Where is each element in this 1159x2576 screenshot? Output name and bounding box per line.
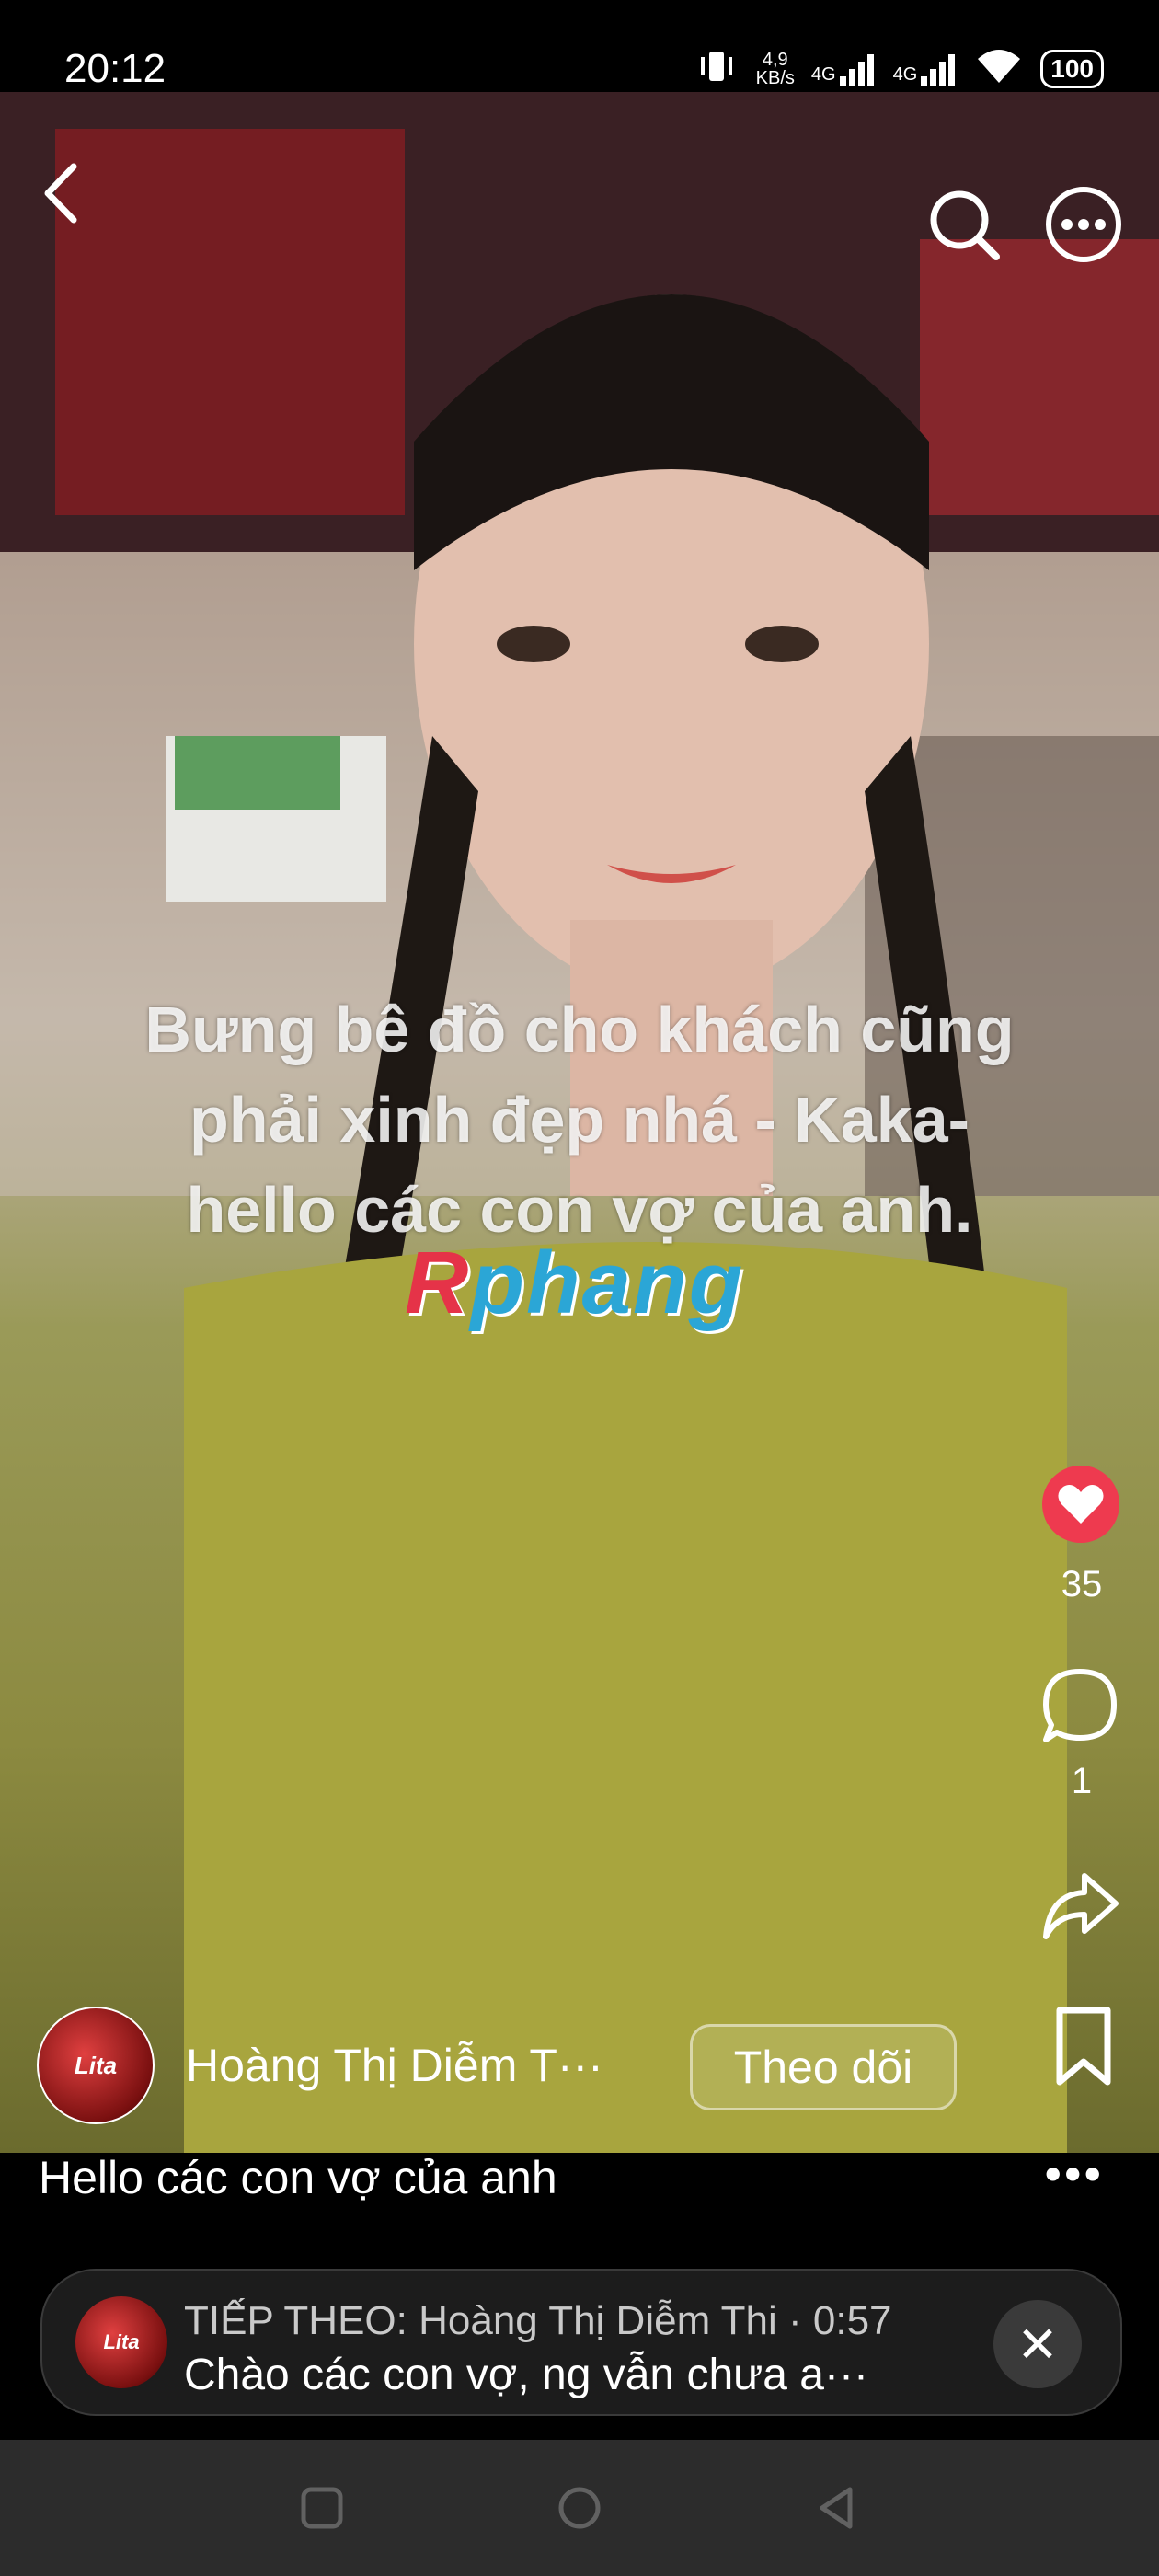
net-speed-unit: KB/s xyxy=(755,67,795,88)
status-icons: 4,9 KB/s 4G 4G 100 xyxy=(694,48,1104,89)
watermark-first-letter: R xyxy=(405,1234,471,1332)
author-row: Lita Hoàng Thị Diễm T··· xyxy=(37,2006,655,2125)
author-avatar[interactable]: Lita xyxy=(37,2007,155,2124)
net-speed-value: 4,9 xyxy=(762,49,788,70)
caption-line-2: phải xinh đẹp nhá - Kaka- xyxy=(189,1084,970,1156)
heart-icon xyxy=(1042,1466,1119,1543)
bookmark-button[interactable] xyxy=(1039,2002,1128,2090)
signal-4g-2: 4G xyxy=(893,52,958,86)
next-avatar-text: Lita xyxy=(103,2330,140,2353)
more-options-button[interactable] xyxy=(1039,180,1128,269)
watermark-logo: Rphang xyxy=(405,1233,744,1334)
avatar-text: Lita xyxy=(74,2051,118,2079)
network-type-1: 4G xyxy=(810,63,836,85)
more-horizontal-icon xyxy=(1046,187,1121,262)
battery-indicator: 100 xyxy=(1040,49,1104,88)
author-name[interactable]: Hoàng Thị Diễm T··· xyxy=(186,2039,655,2092)
caption-line-1: Bưng bê đồ cho khách cũng xyxy=(144,994,1015,1065)
signal-icon xyxy=(839,53,874,86)
like-count: 35 xyxy=(1061,1564,1103,1604)
network-speed: 4,9 KB/s xyxy=(756,51,795,87)
network-type-2: 4G xyxy=(892,63,918,85)
signal-4g-1: 4G xyxy=(811,52,877,86)
next-video-description: Chào các con vợ, ng vẫn chưa a··· xyxy=(184,2351,868,2399)
status-time: 20:12 xyxy=(64,46,166,91)
like-button[interactable] xyxy=(1039,1463,1122,1546)
status-bar: 20:12 4,9 KB/s 4G 4G 100 xyxy=(0,0,1159,92)
home-icon[interactable] xyxy=(552,2480,607,2536)
wifi-icon xyxy=(974,48,1024,89)
video-caption: Bưng bê đồ cho khách cũng phải xinh đẹp … xyxy=(0,984,1159,1255)
share-icon xyxy=(1043,1873,1119,1939)
next-video-avatar: Lita xyxy=(75,2296,167,2388)
video-player[interactable]: Bưng bê đồ cho khách cũng phải xinh đẹp … xyxy=(0,92,1159,2153)
next-video-card[interactable]: Lita TIẾP THEO: Hoàng Thị Diễm Thi · 0:5… xyxy=(40,2269,1122,2416)
comment-icon xyxy=(1043,1669,1117,1742)
search-button[interactable] xyxy=(920,180,1008,269)
comment-button[interactable] xyxy=(1036,1662,1124,1750)
chevron-left-icon xyxy=(44,163,77,224)
search-icon xyxy=(930,190,1000,260)
back-button[interactable] xyxy=(28,156,101,230)
next-video-title: TIẾP THEO: Hoàng Thị Diễm Thi · 0:57 xyxy=(184,2298,892,2343)
system-navigation-bar xyxy=(0,2440,1159,2576)
signal-icon xyxy=(921,53,956,86)
back-nav-icon[interactable] xyxy=(809,2480,865,2536)
vibrate-icon xyxy=(694,48,740,89)
share-button[interactable] xyxy=(1036,1860,1124,1949)
close-icon: ✕ xyxy=(1016,2317,1059,2373)
comment-count: 1 xyxy=(1071,1761,1093,1801)
video-description[interactable]: Hello các con vợ của anh xyxy=(39,2151,557,2204)
more-description-button[interactable]: ••• xyxy=(1045,2147,1105,2201)
bookmark-icon xyxy=(1056,2007,1111,2086)
watermark-rest: phang xyxy=(470,1234,745,1332)
recents-icon[interactable] xyxy=(294,2480,350,2536)
follow-button[interactable]: Theo dõi xyxy=(690,2024,957,2110)
close-next-button[interactable]: ✕ xyxy=(993,2300,1082,2388)
